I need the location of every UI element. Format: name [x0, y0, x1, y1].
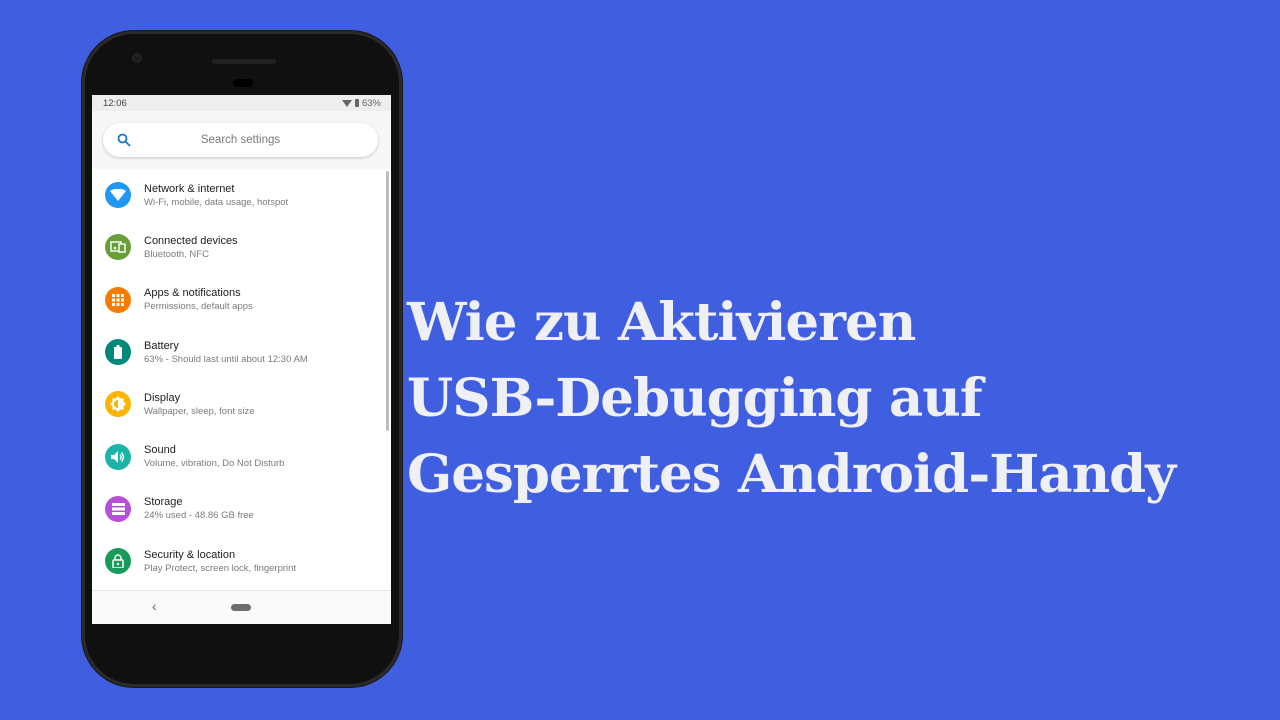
- settings-item-storage[interactable]: Storage 24% used - 48.86 GB free: [92, 483, 391, 535]
- item-title: Battery: [144, 339, 179, 352]
- scrollbar[interactable]: [386, 171, 389, 431]
- headline-line-3: Gesperrtes Android-Handy: [407, 444, 1176, 505]
- brightness-icon: [105, 391, 131, 418]
- settings-item-battery[interactable]: Battery 63% - Should last until about 12…: [92, 326, 391, 378]
- volume-icon: [105, 443, 131, 470]
- lock-icon: [105, 548, 131, 575]
- headline-line-2: USB-Debugging auf: [407, 368, 983, 429]
- settings-item-connected-devices[interactable]: Connected devices Bluetooth, NFC: [92, 221, 391, 273]
- devices-icon: [105, 234, 131, 261]
- phone-frame: 12:06 63% Search settings Network & inte…: [82, 31, 402, 687]
- wifi-icon: [105, 182, 131, 209]
- earpiece-speaker: [212, 59, 276, 64]
- settings-list: Network & internet Wi-Fi, mobile, data u…: [92, 169, 391, 587]
- search-icon: [117, 133, 131, 147]
- home-pill-icon[interactable]: [231, 604, 251, 611]
- search-placeholder: Search settings: [200, 134, 281, 146]
- status-time: 12:06: [103, 97, 127, 109]
- wifi-icon: [341, 99, 352, 107]
- back-icon[interactable]: ‹: [152, 598, 157, 614]
- settings-item-apps[interactable]: Apps & notifications Permissions, defaul…: [92, 274, 391, 326]
- item-subtitle: Volume, vibration, Do Not Disturb: [144, 458, 285, 470]
- item-title: Security & location: [144, 548, 236, 561]
- battery-icon: [105, 339, 131, 366]
- item-subtitle: 24% used - 48.86 GB free: [144, 510, 254, 522]
- item-subtitle: Wi-Fi, mobile, data usage, hotspot: [144, 196, 289, 208]
- item-subtitle: Play Protect, screen lock, fingerprint: [144, 562, 297, 574]
- settings-item-network[interactable]: Network & internet Wi-Fi, mobile, data u…: [92, 169, 391, 221]
- item-title: Connected devices: [144, 234, 238, 247]
- proximity-sensor: [233, 79, 253, 87]
- item-subtitle: 63% - Should last until about 12:30 AM: [144, 353, 308, 365]
- battery-percent: 63%: [361, 97, 381, 109]
- item-title: Sound: [144, 444, 176, 457]
- item-title: Display: [144, 391, 181, 404]
- item-title: Network & internet: [144, 182, 235, 195]
- headline-line-1: Wie zu Aktivieren: [407, 292, 916, 353]
- front-camera: [133, 54, 141, 62]
- item-subtitle: Permissions, default apps: [144, 301, 253, 313]
- phone-screen: 12:06 63% Search settings Network & inte…: [92, 95, 391, 624]
- item-title: Storage: [144, 496, 183, 509]
- settings-item-display[interactable]: Display Wallpaper, sleep, font size: [92, 378, 391, 430]
- storage-icon: [105, 495, 131, 522]
- battery-icon: [354, 99, 359, 107]
- item-subtitle: Wallpaper, sleep, font size: [144, 405, 255, 417]
- status-indicators: 63%: [341, 97, 381, 109]
- item-title: Apps & notifications: [144, 287, 241, 300]
- settings-item-sound[interactable]: Sound Volume, vibration, Do Not Disturb: [92, 430, 391, 482]
- settings-item-security[interactable]: Security & location Play Protect, screen…: [92, 535, 391, 587]
- apps-icon: [105, 286, 131, 313]
- search-input[interactable]: Search settings: [103, 123, 378, 157]
- item-subtitle: Bluetooth, NFC: [144, 248, 209, 260]
- headline: Wie zu Aktivieren USB-Debugging auf Gesp…: [407, 285, 1176, 513]
- navigation-bar: ‹: [92, 590, 391, 624]
- search-header: Search settings: [92, 111, 391, 169]
- status-bar: 12:06 63%: [92, 95, 391, 111]
